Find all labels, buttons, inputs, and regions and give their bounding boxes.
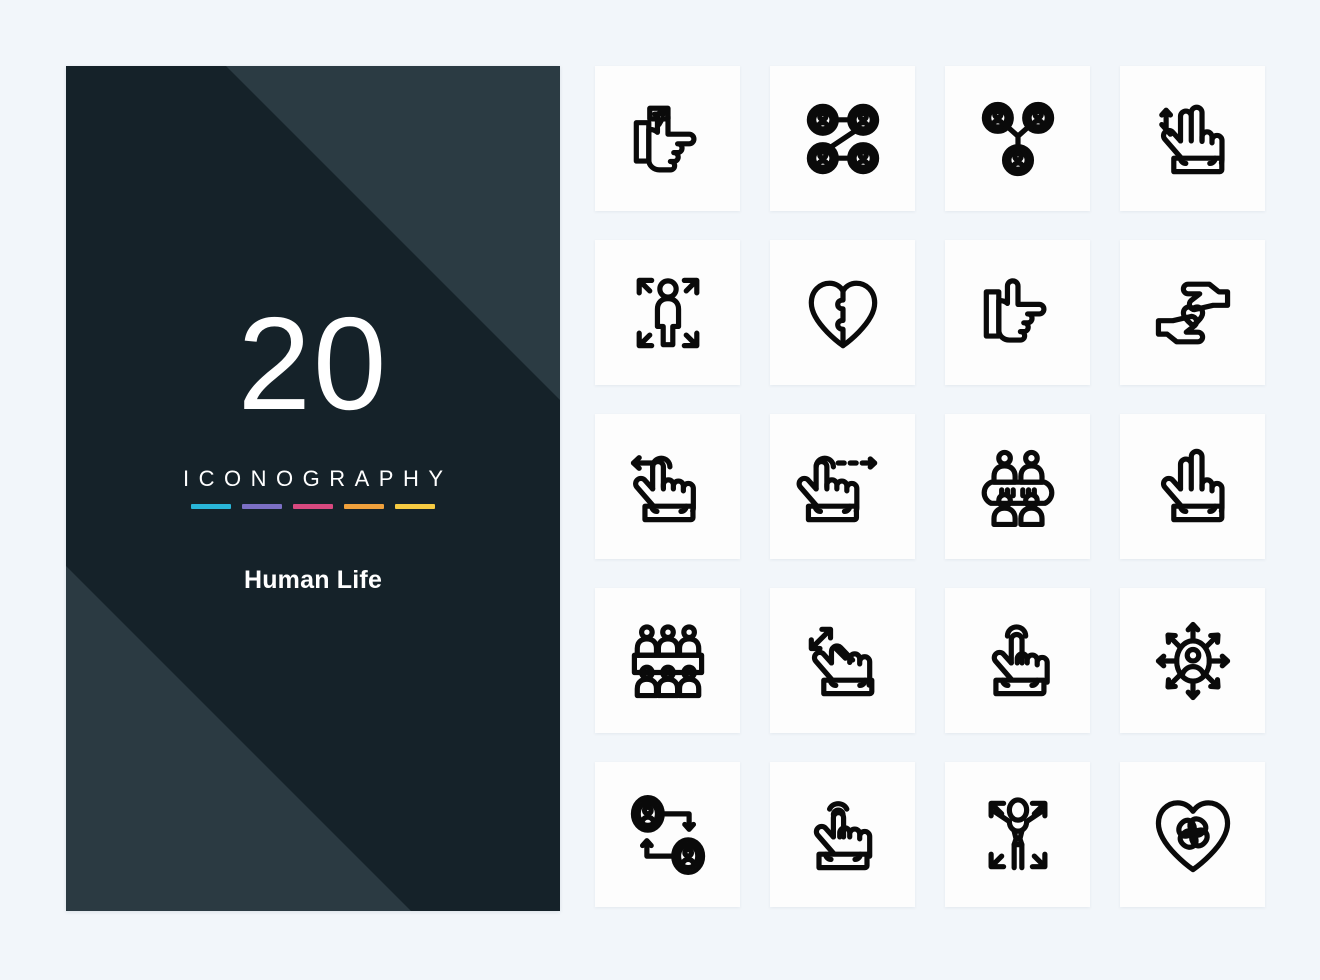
icon-card-pointing-hand[interactable] xyxy=(945,240,1090,385)
icon-card-two-finger-hand[interactable] xyxy=(1120,414,1265,559)
meeting-table-people-icon xyxy=(970,439,1066,535)
icon-grid xyxy=(595,66,1265,907)
icon-set-preview-page: 20 ICONOGRAPHY Human Life xyxy=(0,0,1320,980)
accent-bar-yellow xyxy=(395,504,435,509)
user-multidirectional-arrows-icon xyxy=(1145,613,1241,709)
icon-card-person-arms-raised[interactable] xyxy=(945,762,1090,907)
icon-card-meeting-table[interactable] xyxy=(945,414,1090,559)
person-arms-raised-expand-icon xyxy=(970,787,1066,883)
person-expand-arrows-icon xyxy=(620,265,716,361)
cover-subtitle: Human Life xyxy=(243,566,383,594)
hands-holding-heart-icon xyxy=(1145,265,1241,361)
cover-panel: 20 ICONOGRAPHY Human Life xyxy=(66,66,560,911)
icon-card-audience[interactable] xyxy=(595,588,740,733)
icon-card-tap-gesture[interactable] xyxy=(945,588,1090,733)
accent-bar-purple xyxy=(242,504,282,509)
icon-card-two-finger-vertical-swipe[interactable] xyxy=(1120,66,1265,211)
user-network-four-icon xyxy=(795,91,891,187)
tap-gesture-icon xyxy=(970,613,1066,709)
cover-word: ICONOGRAPHY xyxy=(182,466,453,491)
thumbs-up-pointing-hand-icon xyxy=(970,265,1066,361)
icon-card-user-reach[interactable] xyxy=(1120,588,1265,733)
swipe-right-gesture-icon xyxy=(795,439,891,535)
two-finger-vertical-swipe-icon xyxy=(1145,91,1241,187)
user-exchange-icon xyxy=(620,787,716,883)
audience-crowd-icon xyxy=(620,613,716,709)
accent-bar-pink xyxy=(293,504,333,509)
icon-card-person-expand[interactable] xyxy=(595,240,740,385)
pinch-zoom-gesture-icon xyxy=(795,613,891,709)
icon-card-tap-signal[interactable] xyxy=(770,762,915,907)
icon-card-user-network[interactable] xyxy=(770,66,915,211)
heart-bandage-icon xyxy=(1145,787,1241,883)
icon-card-swipe-left[interactable] xyxy=(595,414,740,559)
puzzle-heart-icon xyxy=(795,265,891,361)
icon-card-user-exchange[interactable] xyxy=(595,762,740,907)
icon-card-pointing-hand-message[interactable] xyxy=(595,66,740,211)
icon-card-hands-holding-heart[interactable] xyxy=(1120,240,1265,385)
tap-signal-gesture-icon xyxy=(795,787,891,883)
accent-bar-orange xyxy=(344,504,384,509)
user-hierarchy-three-icon xyxy=(970,91,1066,187)
pointing-hand-message-icon xyxy=(620,91,716,187)
icon-card-pinch-zoom[interactable] xyxy=(770,588,915,733)
icon-card-swipe-right[interactable] xyxy=(770,414,915,559)
icon-card-user-hierarchy[interactable] xyxy=(945,66,1090,211)
icon-card-puzzle-heart[interactable] xyxy=(770,240,915,385)
accent-bar-cyan xyxy=(191,504,231,509)
two-finger-hand-icon xyxy=(1145,439,1241,535)
swipe-left-gesture-icon xyxy=(620,439,716,535)
icon-card-heart-bandage[interactable] xyxy=(1120,762,1265,907)
accent-bars xyxy=(191,504,435,509)
icon-count: 20 xyxy=(237,290,389,437)
